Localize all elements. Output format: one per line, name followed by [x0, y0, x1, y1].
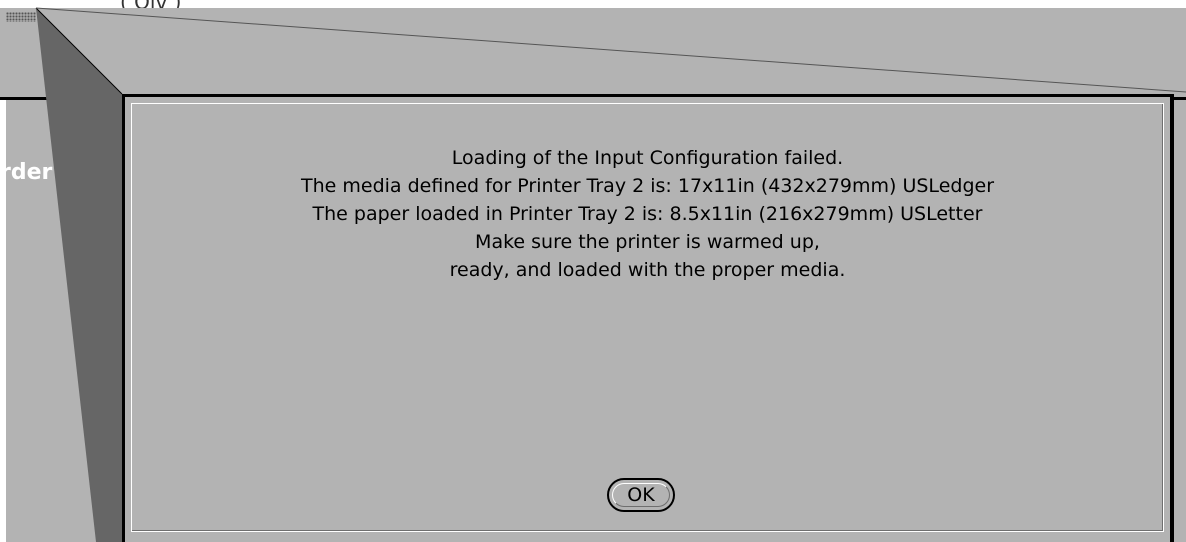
background-counter-value: 0 [940, 10, 960, 55]
ok-button-label: OK [612, 483, 670, 507]
background-left-mark [66, 232, 70, 246]
background-left-label: rder [0, 160, 53, 185]
error-dialog: Loading of the Input Configuration faile… [122, 94, 1174, 542]
message-line-1: Loading of the Input Configuration faile… [451, 147, 844, 169]
message-line-4: Make sure the printer is warmed up, [475, 231, 820, 253]
background-top-panel: ( Qiv ) 0 [0, 0, 1186, 100]
error-message: Loading of the Input Configuration faile… [132, 144, 1163, 284]
background-partial-text: ( Qiv ) [120, 0, 182, 14]
background-divider [727, 8, 730, 68]
ok-button[interactable]: OK [607, 478, 675, 512]
message-line-2: The media defined for Printer Tray 2 is:… [301, 175, 994, 197]
message-line-3: The paper loaded in Printer Tray 2 is: 8… [312, 203, 983, 225]
message-line-5: ready, and loaded with the proper media. [449, 259, 846, 281]
resize-grip-icon[interactable] [6, 12, 36, 22]
dialog-content-frame: Loading of the Input Configuration faile… [131, 103, 1164, 532]
